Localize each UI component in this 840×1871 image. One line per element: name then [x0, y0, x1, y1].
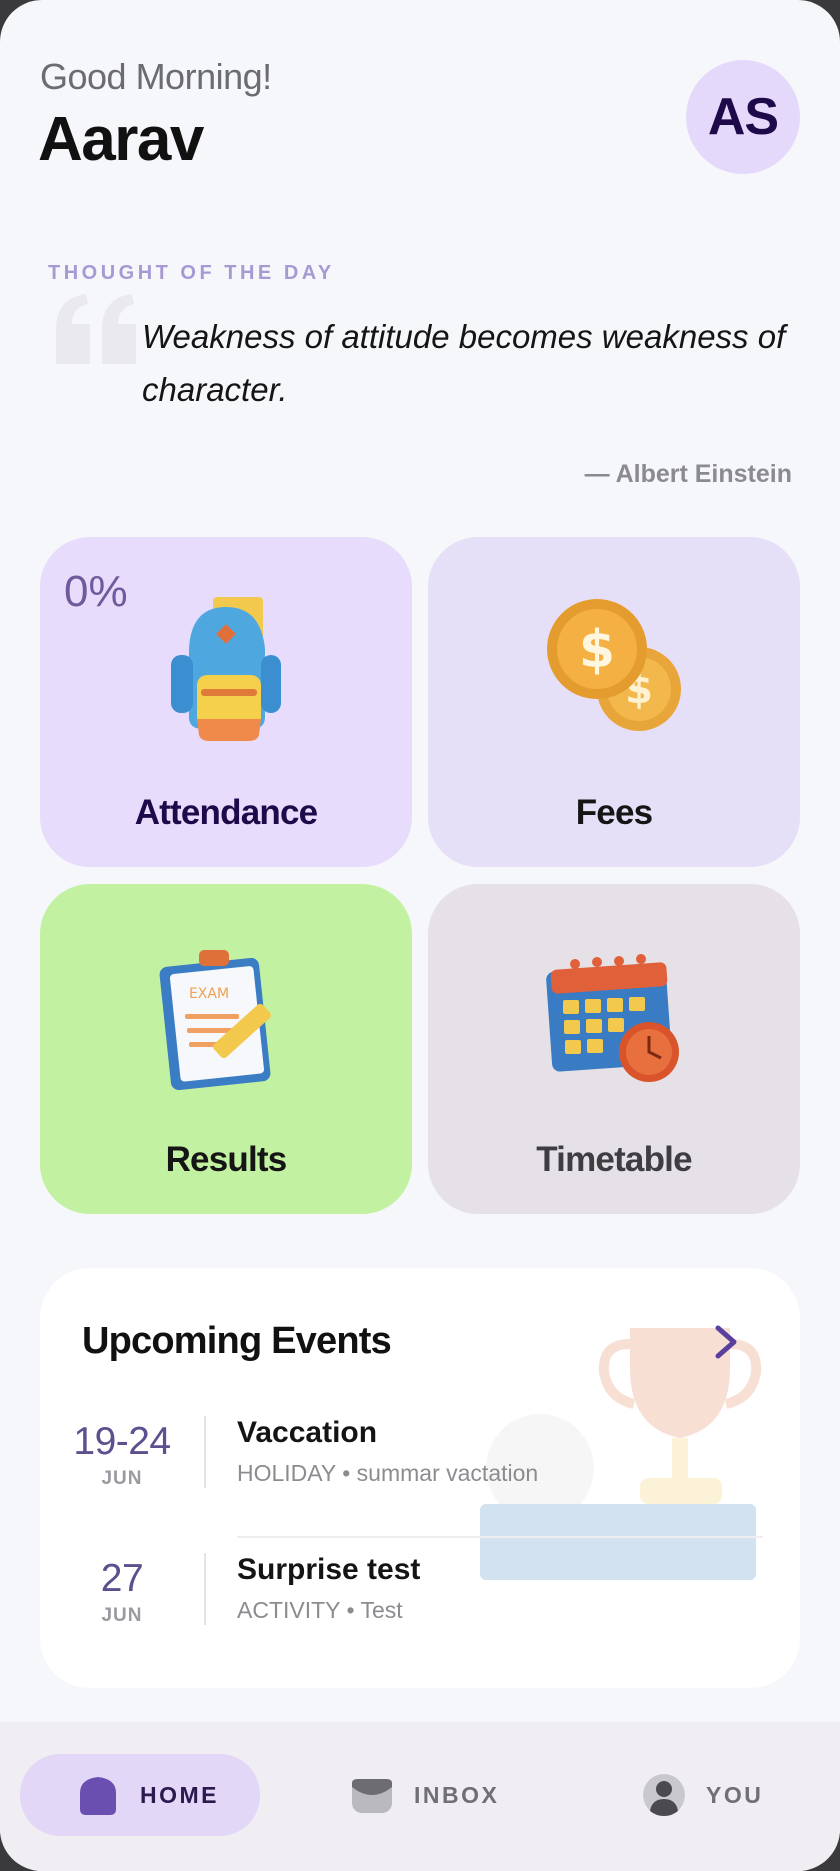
- event-subtitle: ACTIVITY • Test: [237, 1597, 403, 1623]
- quote-icon: [56, 294, 136, 364]
- attendance-card[interactable]: 0% Attendance: [40, 537, 412, 867]
- profile-icon: [643, 1774, 685, 1816]
- attendance-percentage: 0%: [64, 567, 128, 616]
- timetable-card[interactable]: Timetable: [428, 884, 800, 1214]
- fees-card[interactable]: $ $ Fees: [428, 537, 800, 867]
- nav-inbox-label: INBOX: [414, 1781, 500, 1808]
- calendar-clock-icon: [546, 954, 679, 1082]
- quote-text: Weakness of attitude becomes weakness of…: [142, 318, 786, 408]
- results-label: Results: [165, 1140, 288, 1179]
- nav-home-label: HOME: [140, 1781, 219, 1808]
- app-screen: Good Morning! Aarav AS THOUGHT OF THE DA…: [0, 0, 840, 1871]
- exam-clipboard-icon: EXAM: [159, 950, 271, 1091]
- event-separator: [204, 1416, 206, 1488]
- event-subtitle: HOLIDAY • summar vactation: [237, 1460, 539, 1486]
- nav-home[interactable]: HOME: [20, 1754, 260, 1836]
- event-date: 27: [100, 1557, 144, 1600]
- upcoming-events-card: Upcoming Events 19-24 JUN Vaccation HOLI…: [40, 1268, 800, 1688]
- greeting-text: Good Morning!: [40, 56, 272, 97]
- event-month: JUN: [101, 1605, 143, 1626]
- event-separator: [204, 1553, 206, 1625]
- event-item[interactable]: 19-24 JUN Vaccation HOLIDAY • summar vac…: [40, 1416, 800, 1506]
- home-icon: [80, 1777, 116, 1815]
- bottom-nav: HOME INBOX YOU: [0, 1722, 840, 1871]
- inbox-icon: [352, 1779, 392, 1813]
- event-item[interactable]: 27 JUN Surprise test ACTIVITY • Test: [40, 1553, 800, 1643]
- event-month: JUN: [101, 1468, 143, 1489]
- fees-label: Fees: [575, 793, 653, 832]
- quote-author: — Albert Einstein: [584, 460, 792, 488]
- backpack-icon: [171, 597, 281, 741]
- nav-you[interactable]: YOU: [642, 1754, 822, 1836]
- events-title: Upcoming Events: [82, 1320, 392, 1362]
- avatar[interactable]: AS: [686, 60, 800, 174]
- event-title: Surprise test: [237, 1553, 421, 1586]
- event-title: Vaccation: [237, 1416, 378, 1449]
- chevron-right-icon[interactable]: [710, 1322, 744, 1362]
- attendance-label: Attendance: [134, 793, 318, 832]
- coins-icon: $ $: [547, 599, 681, 731]
- timetable-label: Timetable: [536, 1140, 692, 1179]
- svg-text:$: $: [579, 620, 615, 680]
- nav-you-label: YOU: [706, 1781, 764, 1808]
- results-card[interactable]: EXAM Results: [40, 884, 412, 1214]
- thought-label: THOUGHT OF THE DAY: [48, 262, 335, 284]
- svg-text:EXAM: EXAM: [189, 986, 229, 1002]
- nav-inbox[interactable]: INBOX: [350, 1754, 550, 1836]
- events-divider: [237, 1536, 763, 1538]
- event-date: 19-24: [73, 1420, 171, 1463]
- student-name: Aarav: [38, 105, 204, 174]
